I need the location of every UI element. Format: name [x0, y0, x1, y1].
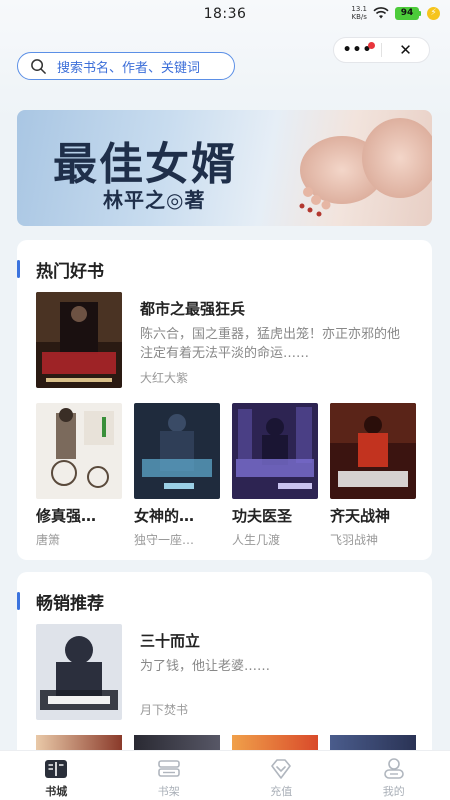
book-title: 都市之最强狂兵 [140, 300, 246, 318]
tab-recharge[interactable]: 充值 [225, 751, 338, 800]
section-title: 畅销推荐 [36, 593, 104, 614]
status-bar: 18:36 13.1 KB/s 94 ⚡ [0, 0, 450, 28]
section-header: 畅销推荐 [17, 590, 104, 614]
banner-title: 最佳女婿 [53, 139, 237, 190]
section-accent-bar [17, 260, 20, 278]
book-author: 人生几渡 [232, 533, 281, 547]
book-author: 唐箫 [36, 533, 61, 547]
book-title: 女神的… [134, 507, 195, 525]
promo-banner[interactable]: 最佳女婿 林平之◎著 [17, 110, 432, 226]
notification-dot [368, 42, 375, 49]
book-card[interactable]: 功夫医圣 人生几渡 [232, 403, 318, 548]
diamond-icon [271, 759, 292, 779]
book-grid: 修真强… 唐箫 女神的… 独守一座… 功夫医圣 人生几渡 齐天战神 飞羽战神 [36, 403, 416, 548]
book-cover [36, 403, 122, 499]
book-cover [232, 403, 318, 499]
bookshelf-icon [157, 760, 180, 777]
hot-books-section: 热门好书 都市之最强狂兵 陈六合，国之重器，猛虎出笼！亦正亦邪的他注定有着无法平… [17, 240, 432, 560]
miniapp-capsule: ••• ✕ [333, 37, 430, 63]
section-title: 热门好书 [36, 261, 104, 282]
wifi-icon [373, 7, 389, 19]
more-button[interactable]: ••• [334, 38, 381, 62]
book-description: 为了钱，他让老婆…… [140, 659, 271, 674]
tab-label: 我的 [382, 785, 405, 798]
tab-label: 书架 [157, 785, 180, 798]
book-author: 大红大紫 [140, 371, 189, 385]
book-card[interactable]: 齐天战神 飞羽战神 [330, 403, 416, 548]
book-title: 三十而立 [140, 632, 201, 650]
search-icon [31, 58, 46, 74]
book-card[interactable]: 修真强… 唐箫 [36, 403, 122, 548]
book-cover [36, 624, 122, 720]
tab-bookshelf[interactable]: 书架 [113, 751, 226, 800]
charging-bolt-icon: ⚡ [427, 6, 440, 20]
tab-bookstore[interactable]: 书城 [0, 751, 113, 800]
book-author: 飞羽战神 [330, 533, 379, 547]
status-time: 18:36 [203, 6, 247, 22]
banner-feet-image [299, 118, 432, 217]
book-cover [330, 403, 416, 499]
book-title: 功夫医圣 [232, 507, 293, 525]
book-author: 独守一座… [134, 533, 195, 547]
section-header: 热门好书 [17, 258, 104, 282]
book-title: 齐天战神 [330, 507, 391, 525]
bestseller-section: 畅销推荐 三十而立 为了钱，他让老婆…… 月下焚书 [17, 572, 432, 762]
bottom-tab-bar: 书城 书架 充值 我的 [0, 750, 450, 800]
banner-author: 林平之◎著 [103, 188, 206, 212]
book-cover [134, 403, 220, 499]
book-cover [36, 292, 122, 388]
tab-label: 书城 [45, 785, 68, 798]
section-accent-bar [17, 592, 20, 610]
search-placeholder: 搜索书名、作者、关键词 [57, 60, 201, 76]
featured-book[interactable]: 都市之最强狂兵 陈六合，国之重器，猛虎出笼！亦正亦邪的他注定有着无法平淡的命运…… [36, 292, 416, 388]
book-description: 陈六合，国之重器，猛虎出笼！亦正亦邪的他注定有着无法平淡的命运…… [140, 327, 401, 361]
battery-icon: 94 [395, 6, 421, 20]
user-icon [383, 758, 404, 779]
book-title: 修真强… [36, 507, 97, 525]
network-speed: 13.1 KB/s [351, 5, 367, 21]
search-input[interactable]: 搜索书名、作者、关键词 [17, 52, 235, 80]
book-open-icon [45, 760, 68, 778]
book-card[interactable]: 女神的… 独守一座… [134, 403, 220, 548]
close-icon: ✕ [399, 41, 412, 59]
featured-book[interactable]: 三十而立 为了钱，他让老婆…… 月下焚书 [36, 624, 416, 720]
book-author: 月下焚书 [140, 703, 189, 717]
tab-profile[interactable]: 我的 [338, 751, 450, 800]
status-indicators: 13.1 KB/s 94 ⚡ [351, 5, 440, 21]
tab-label: 充值 [270, 785, 293, 798]
close-button[interactable]: ✕ [382, 38, 429, 62]
